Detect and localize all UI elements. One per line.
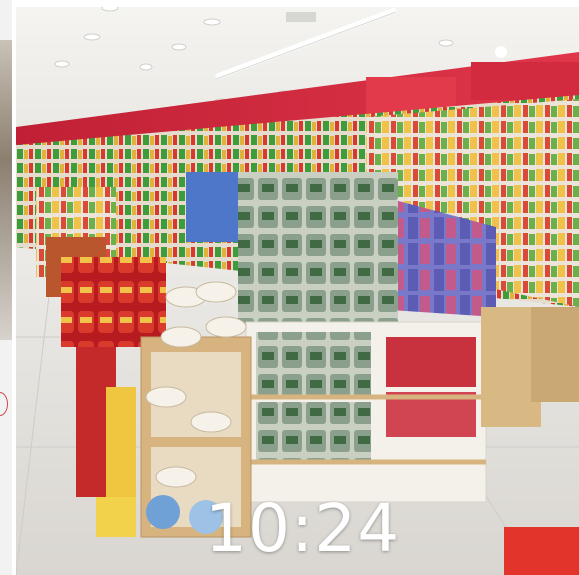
screenshot-frame: 10:24 [0, 0, 579, 575]
record-indicator-icon [0, 392, 8, 416]
previous-photo-thumbnail [0, 40, 12, 340]
clock-time: 10:24 [205, 490, 401, 567]
previous-photo-edge[interactable] [0, 0, 12, 575]
